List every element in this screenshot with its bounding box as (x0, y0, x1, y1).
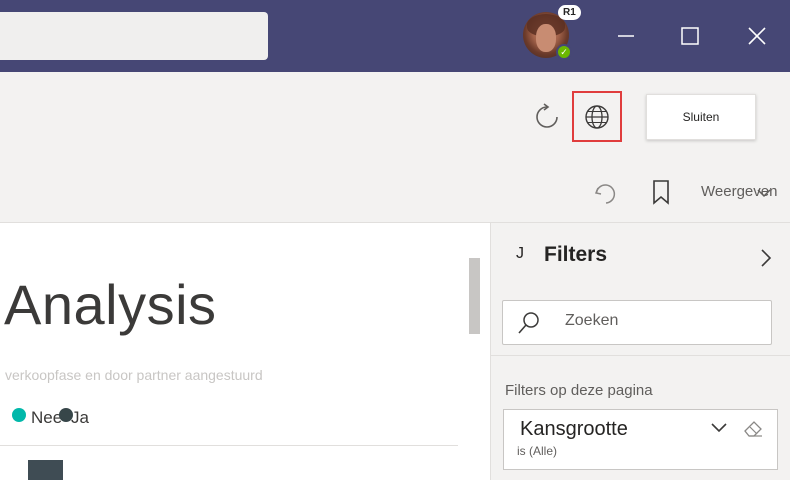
window-close-button[interactable] (739, 18, 775, 54)
bookmark-button[interactable] (650, 179, 672, 205)
canvas-scrollbar[interactable] (469, 258, 480, 334)
report-subtitle: verkoopfase en door partner aangestuurd (5, 367, 263, 383)
filters-separator (490, 355, 790, 356)
filter-search-placeholder: Zoeken (565, 312, 619, 329)
globe-icon (585, 104, 609, 129)
maximize-icon (681, 27, 699, 45)
filter-card-title: Kansgrootte (520, 418, 628, 440)
chevron-right-icon (761, 249, 772, 267)
report-canvas (0, 222, 490, 480)
language-button[interactable] (572, 91, 622, 142)
collapse-filters-button[interactable] (756, 247, 776, 269)
undo-button[interactable] (592, 180, 618, 206)
bookmark-icon (653, 180, 669, 205)
legend-marker-nee (12, 408, 26, 422)
legend-label-nee: Nee (31, 408, 63, 427)
report-title: Analysis (4, 273, 217, 336)
filters-glyph: J (516, 245, 524, 262)
maximize-button[interactable] (672, 18, 708, 54)
eraser-icon (744, 421, 762, 437)
filters-section-label: Filters op deze pagina (505, 382, 653, 399)
undo-icon (594, 184, 616, 204)
refresh-icon (536, 103, 558, 128)
search-box[interactable] (0, 12, 268, 60)
search-icon (516, 310, 542, 336)
avatar-face (536, 24, 556, 52)
chevron-down-icon (711, 423, 727, 433)
profile-badge: R1 (558, 5, 581, 20)
filter-card-subtitle: is (Alle) (517, 444, 558, 458)
view-menu-chevron[interactable] (754, 183, 774, 203)
chart-bar[interactable] (28, 460, 63, 480)
close-button[interactable]: Sluiten (646, 94, 756, 140)
close-icon (748, 27, 766, 45)
filter-search-input[interactable] (502, 300, 772, 345)
refresh-button[interactable] (531, 101, 563, 133)
minimize-icon (618, 35, 634, 37)
legend-label-ja: Ja (71, 408, 89, 427)
canvas-divider (0, 445, 458, 446)
minimize-button[interactable] (608, 18, 644, 54)
clear-filter-button[interactable] (742, 418, 764, 438)
filters-title: Filters (544, 243, 608, 266)
presence-available-icon: ✓ (556, 44, 572, 60)
chevron-down-icon (757, 189, 771, 198)
filter-card-expand[interactable] (709, 420, 729, 436)
